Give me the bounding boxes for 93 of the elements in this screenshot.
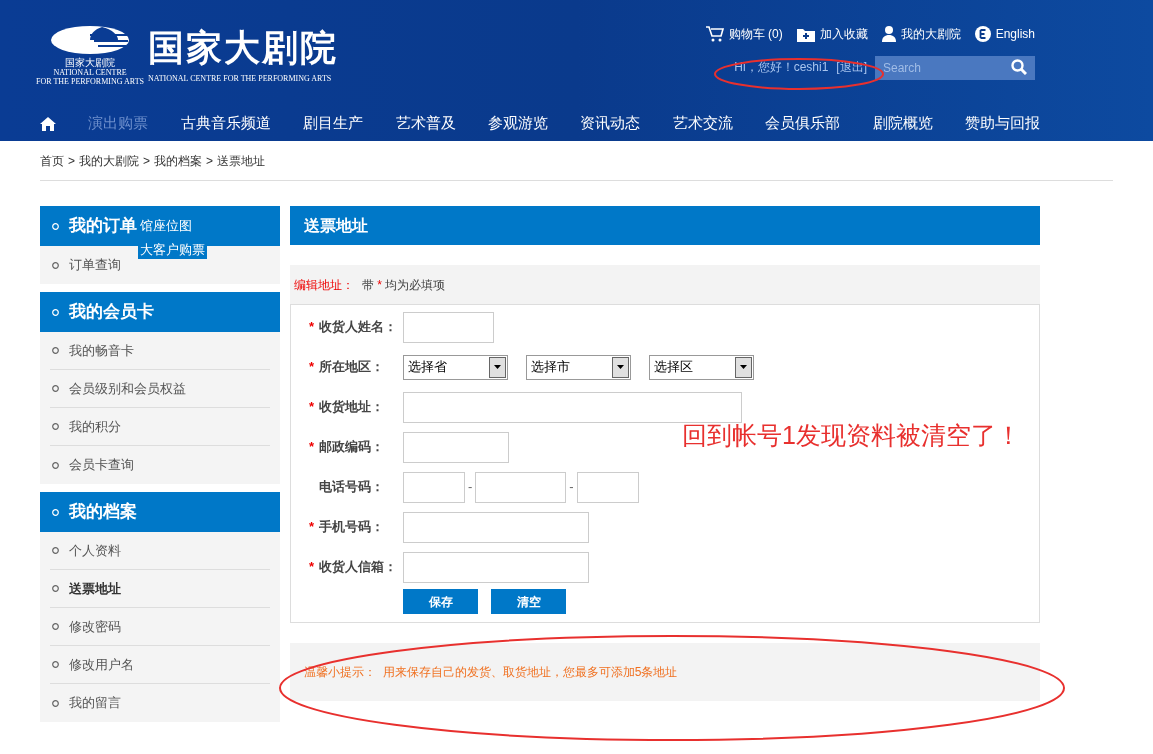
breadcrumb-separator: > (68, 152, 75, 170)
sidebar-item[interactable]: 我的积分 (69, 416, 121, 437)
circle-bullet-icon (52, 585, 59, 592)
circle-bullet-icon (52, 347, 59, 354)
input-field[interactable] (403, 551, 589, 583)
sidebar-item[interactable]: 我的留言 (69, 693, 121, 713)
required-mark: * (309, 358, 315, 377)
required-mark: * (309, 438, 315, 457)
logo-caption: FOR THE PERFORMING ARTS (35, 77, 145, 86)
breadcrumb-link[interactable]: 送票地址 (217, 151, 266, 170)
input-field[interactable] (403, 391, 742, 423)
caret-icon (494, 365, 501, 369)
sidebar-item[interactable]: 送票地址 (69, 578, 121, 599)
required-mark: * (309, 318, 315, 337)
input-field[interactable] (475, 471, 567, 503)
section-title-bar: 送票地址 (290, 206, 1040, 245)
input-field[interactable] (576, 471, 639, 503)
edit-label: 编辑地址： (294, 276, 354, 294)
nav-item[interactable]: 剧院概览 (872, 112, 933, 135)
select-dropdown[interactable]: 选择区 (649, 354, 754, 380)
circle-bullet-icon (52, 699, 59, 707)
caret-icon (617, 365, 624, 369)
field-label: 所在地区： (319, 358, 384, 377)
dash-separator: - (569, 478, 574, 497)
annotation-text: 回到帐号1发现资料被清空了！ (682, 420, 1021, 451)
circle-bullet-icon (52, 661, 59, 668)
sidebar-item[interactable]: 会员卡查询 (69, 455, 134, 475)
logo-caption: NATIONAL CENTRE (53, 68, 127, 77)
sidebar-item[interactable]: 订单查询 (69, 255, 121, 275)
breadcrumb-separator: > (206, 152, 214, 170)
sidebar-item[interactable]: 会员级别和会员权益 (69, 378, 186, 399)
site-title: 国家大剧院 (148, 25, 338, 69)
breadcrumb-separator: > (143, 152, 151, 170)
search-field[interactable]: Search (875, 56, 1035, 80)
input-field[interactable] (403, 471, 465, 503)
nav-item[interactable]: 艺术普及 (395, 112, 456, 135)
circle-bullet-icon (52, 261, 59, 269)
e-circle-icon (974, 26, 991, 42)
field-label: 电话号码： (319, 478, 384, 497)
sidebar-item[interactable]: 修改密码 (69, 616, 121, 637)
input-field[interactable] (403, 311, 494, 343)
user-icon (881, 26, 896, 42)
breadcrumb-link[interactable]: 我的档案 (154, 151, 203, 170)
caret-icon (740, 365, 747, 369)
select-dropdown[interactable]: 选择省 (403, 354, 508, 380)
nav-item[interactable]: 资讯动态 (580, 112, 641, 135)
dash-separator: - (468, 478, 473, 497)
nav-item[interactable]: 参观游览 (487, 112, 548, 135)
circle-bullet-icon (52, 423, 59, 430)
field-label: 邮政编码： (319, 438, 384, 457)
breadcrumb-link[interactable]: 我的大剧院 (79, 151, 139, 170)
input-field[interactable] (403, 511, 589, 543)
circle-bullet-icon (52, 508, 59, 516)
circle-bullet-icon (52, 308, 59, 316)
field-label: 手机号码： (319, 518, 384, 537)
circle-bullet-icon (52, 222, 59, 230)
sidebar-item[interactable]: 我的畅音卡 (69, 340, 134, 361)
select-dropdown[interactable]: 选择市 (526, 354, 631, 380)
site-subtitle: NATIONAL CENTRE FOR THE PERFORMING ARTS (148, 73, 333, 85)
sidebar-item[interactable]: 修改用户名 (69, 654, 134, 675)
required-mark: * (309, 398, 315, 417)
header-link[interactable]: 我的大剧院 (881, 25, 961, 43)
circle-bullet-icon (52, 623, 59, 630)
nav-item[interactable]: 会员俱乐部 (765, 112, 841, 135)
circle-bullet-icon (52, 547, 59, 554)
nav-item[interactable]: 剧目生产 (303, 112, 364, 135)
circle-bullet-icon (52, 385, 59, 392)
header-link[interactable]: 加入收藏 (796, 25, 868, 43)
home-icon[interactable] (40, 116, 56, 131)
header-link[interactable]: English (974, 25, 1035, 43)
header-link[interactable]: 购物车 (0) (705, 25, 783, 43)
nav-item[interactable]: 赞助与回报 (964, 112, 1040, 135)
field-label: 收货地址： (319, 398, 384, 417)
cart-icon (705, 26, 724, 42)
circle-bullet-icon (52, 461, 59, 469)
required-mark: * (309, 558, 315, 577)
theatre-logo-icon (50, 25, 130, 55)
nav-item[interactable]: 古典音乐频道 (180, 112, 271, 135)
search-icon[interactable] (1011, 59, 1027, 75)
required-note: 带 * 均为必填项 (362, 276, 446, 294)
nav-item[interactable]: 艺术交流 (672, 112, 733, 135)
folder-plus-icon (796, 26, 815, 42)
logo-caption: 国家大剧院 (65, 57, 115, 68)
sidebar-item[interactable]: 个人资料 (69, 540, 121, 561)
input-field[interactable] (403, 431, 509, 463)
sidebar-heading: 我的会员卡 (40, 292, 280, 332)
breadcrumb-link[interactable]: 首页 (40, 151, 64, 170)
sidebar-heading: 我的档案 (40, 492, 280, 532)
form-button[interactable]: 保存 (403, 589, 478, 614)
field-label: 收货人姓名： (319, 318, 397, 337)
required-mark: * (309, 518, 315, 537)
field-label: 收货人信箱： (319, 558, 397, 577)
form-button[interactable]: 清空 (491, 589, 566, 614)
